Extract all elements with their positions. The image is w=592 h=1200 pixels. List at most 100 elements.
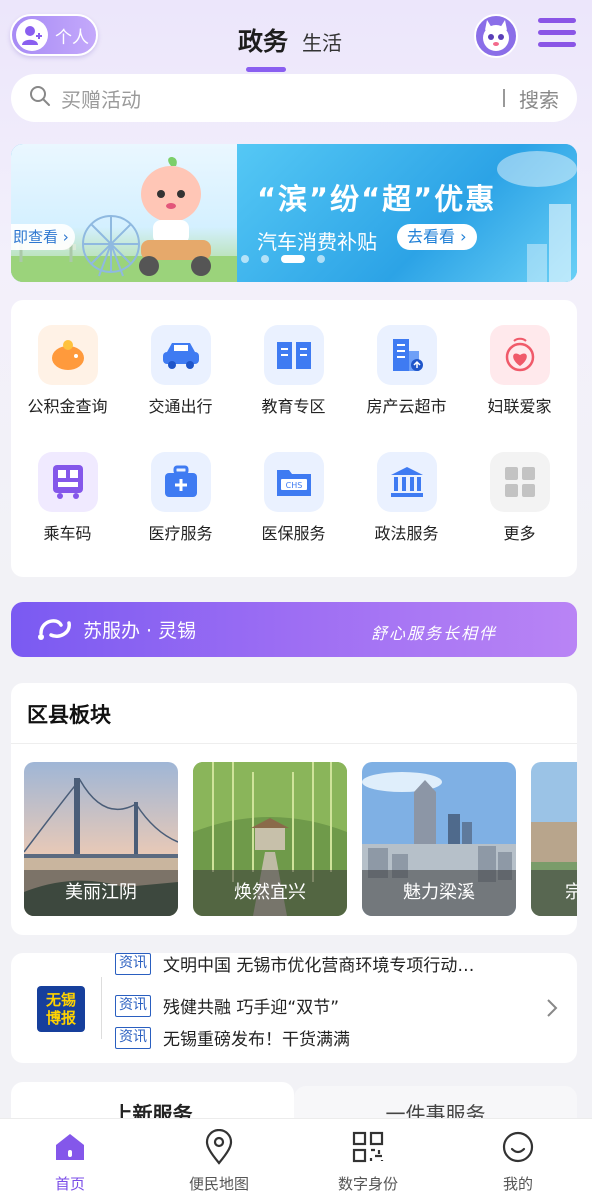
service-label: 交通出行 [148, 397, 213, 416]
sufuban-slogan: 舒心服务长相伴 [370, 624, 497, 643]
pagination-dot[interactable] [241, 255, 249, 263]
news-ticker[interactable]: 无锡 博报 资讯 文明中国 无锡市优化营商环境专项行动… 资讯 残健共融 巧手迎“… [11, 953, 577, 1063]
search-button[interactable]: 搜索 [519, 84, 559, 113]
wuxi-bobao-logo: 无锡 博报 [37, 986, 85, 1032]
bottom-nav: 首页 便民地图 数字身份 我的 [0, 1118, 592, 1200]
news-tag: 资讯 [115, 953, 151, 975]
service-legal[interactable]: 政法服务 [350, 452, 463, 544]
banner-cta-button[interactable]: 去看看 › [397, 224, 477, 250]
medical-kit-icon [150, 452, 211, 512]
qr-scan-icon [308, 1129, 428, 1165]
home-icon [10, 1129, 130, 1165]
nav-home[interactable]: 首页 [10, 1129, 130, 1194]
banner-title: “滨”纷“超”优惠 [257, 182, 497, 216]
menu-icon-bar [538, 42, 576, 47]
nav-label: 便民地图 [188, 1175, 249, 1193]
service-medical-insurance[interactable]: CHS 医保服务 [237, 452, 350, 544]
banner-subtitle: 汽车消费补贴 [257, 230, 377, 254]
pagination-dot[interactable] [317, 255, 325, 263]
district-card-label: 美丽江阴 [24, 870, 178, 916]
women-federation-icon [489, 325, 550, 385]
news-item[interactable]: 资讯 文明中国 无锡市优化营商环境专项行动… [115, 953, 474, 976]
search-bar[interactable]: 买赠活动 搜索 [11, 74, 577, 122]
service-tabs: 上新服务 一件事服务 [11, 1082, 577, 1126]
sufuban-banner[interactable]: 苏服办 · 灵锡 舒心服务长相伴 [11, 602, 577, 657]
car-icon [150, 325, 211, 385]
service-medical[interactable]: 医疗服务 [124, 452, 237, 544]
district-card-yixing[interactable]: 焕然宜兴 [193, 762, 347, 916]
sufuban-logo-icon [37, 615, 75, 645]
piggy-bank-icon [37, 325, 98, 385]
district-card-jiangyin[interactable]: 美丽江阴 [24, 762, 178, 916]
district-card-partial[interactable]: 宗 [531, 762, 577, 916]
service-more[interactable]: 更多 [463, 452, 576, 544]
map-pin-icon [159, 1129, 279, 1165]
service-label: 乘车码 [43, 524, 92, 543]
service-bus-code[interactable]: 乘车码 [11, 452, 124, 544]
pagination-dot[interactable] [261, 255, 269, 263]
news-text: 无锡重磅发布！干货满满 [163, 1030, 350, 1050]
service-label: 教育专区 [261, 397, 326, 416]
news-tag: 资讯 [115, 1026, 151, 1049]
service-label: 政法服务 [374, 524, 439, 543]
promo-banner[interactable]: 即查看 › “滨”纷“超”优惠 汽车消费补贴 去看看 › [11, 144, 577, 282]
service-label: 医疗服务 [148, 524, 213, 543]
district-card-label: 焕然宜兴 [193, 870, 347, 916]
nav-map[interactable]: 便民地图 [159, 1129, 279, 1194]
personal-switch-button[interactable]: 个人 [10, 14, 98, 56]
smiley-icon [458, 1129, 578, 1165]
services-grid: 公积金查询 交通出行 教育专区 房产云超市 妇联爱家 乘车码 医疗服务 CHS … [11, 300, 577, 577]
search-divider [503, 89, 505, 107]
divider [101, 977, 102, 1039]
service-provident-fund[interactable]: 公积金查询 [11, 325, 124, 417]
nav-label: 我的 [502, 1175, 533, 1193]
nav-label: 数字身份 [337, 1175, 398, 1193]
svg-text:CHS: CHS [285, 481, 302, 490]
tab-gov-label: 政务 [238, 27, 289, 56]
service-label: 更多 [503, 524, 536, 543]
news-tag: 资讯 [115, 994, 151, 1017]
banner-pagination [241, 255, 337, 263]
court-building-icon [376, 452, 437, 512]
nav-label: 首页 [54, 1175, 85, 1193]
chevron-right-icon[interactable] [545, 997, 559, 1023]
news-text: 残健共融 巧手迎“双节” [163, 998, 340, 1018]
book-icon [263, 325, 324, 385]
pagination-dot-active[interactable] [281, 255, 305, 263]
district-card-liangxi[interactable]: 魅力梁溪 [362, 762, 516, 916]
service-label: 医保服务 [261, 524, 326, 543]
header: 个人 政务 生活 [0, 0, 592, 72]
service-women-federation[interactable]: 妇联爱家 [463, 325, 576, 417]
grid-more-icon [489, 452, 550, 512]
tab-new-services[interactable]: 上新服务 [11, 1082, 294, 1126]
news-item[interactable]: 资讯 残健共融 巧手迎“双节” [115, 993, 339, 1018]
district-card-label: 宗 [531, 870, 577, 916]
tab-life[interactable]: 生活 [302, 27, 342, 56]
tab-one-thing-services[interactable]: 一件事服务 [294, 1086, 577, 1126]
menu-button[interactable] [538, 18, 576, 52]
menu-icon [538, 18, 576, 23]
search-input[interactable]: 买赠活动 [61, 84, 503, 113]
tab-gov[interactable]: 政务 [238, 22, 289, 72]
service-real-estate[interactable]: 房产云超市 [350, 325, 463, 417]
news-item[interactable]: 资讯 无锡重磅发布！干货满满 [115, 1025, 350, 1050]
nav-digital-id[interactable]: 数字身份 [308, 1129, 428, 1194]
user-switch-icon [16, 19, 48, 51]
banner-illustration [11, 144, 237, 282]
tab-life-label: 生活 [302, 31, 343, 55]
active-tab-indicator [246, 67, 286, 72]
top-tabs: 政务 生活 [238, 22, 342, 72]
banner-left-link[interactable]: 即查看 › [11, 224, 75, 250]
district-section: 区县板块 美丽江阴 焕然宜兴 魅力梁溪 宗 [11, 683, 577, 935]
search-icon [29, 85, 51, 111]
mascot-avatar[interactable] [474, 14, 518, 58]
district-title: 区县板块 [27, 703, 111, 727]
service-transport[interactable]: 交通出行 [124, 325, 237, 417]
nav-me[interactable]: 我的 [458, 1129, 578, 1194]
personal-label: 个人 [55, 27, 89, 48]
service-label: 房产云超市 [366, 397, 447, 416]
news-text: 文明中国 无锡市优化营商环境专项行动… [163, 956, 475, 976]
service-label: 公积金查询 [27, 397, 108, 416]
service-label: 妇联爱家 [487, 397, 552, 416]
service-education[interactable]: 教育专区 [237, 325, 350, 417]
